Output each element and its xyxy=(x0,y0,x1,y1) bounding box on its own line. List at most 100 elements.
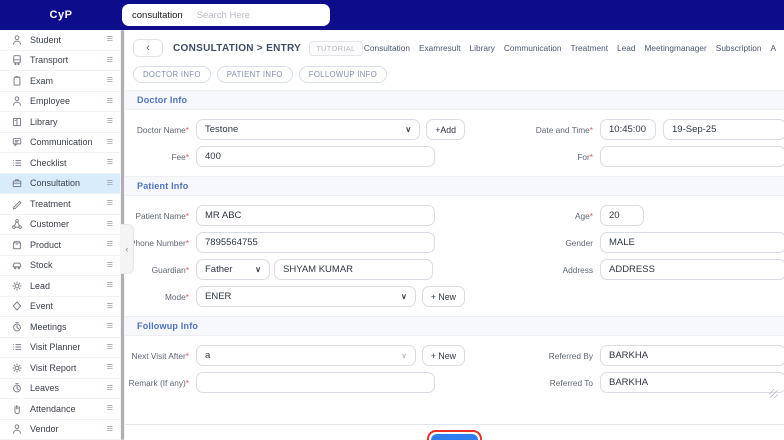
top-nav-link-library[interactable]: Library xyxy=(470,43,495,53)
sidebar-item-leaves[interactable]: Leaves ≡ xyxy=(0,379,120,399)
top-nav-link-examresult[interactable]: Examresult xyxy=(419,43,461,53)
sidebar-item-checklist[interactable]: Checklist ≡ xyxy=(0,153,120,174)
required-asterisk: * xyxy=(185,124,189,135)
sidebar-item-attendance[interactable]: Attendance ≡ xyxy=(0,399,120,420)
required-asterisk: * xyxy=(185,237,189,248)
menu-lines-icon[interactable]: ≡ xyxy=(107,321,113,332)
sidebar-item-lead[interactable]: Lead ≡ xyxy=(0,276,120,297)
menu-lines-icon[interactable]: ≡ xyxy=(107,54,113,66)
top-nav-link-meetingmanager[interactable]: Meetingmanager xyxy=(645,43,707,53)
box-icon xyxy=(10,239,23,251)
sidebar-item-library[interactable]: Library ≡ xyxy=(0,112,120,133)
pencil-icon xyxy=(10,198,23,210)
sidebar-item-exam[interactable]: Exam ≡ xyxy=(0,71,120,92)
search-bar[interactable]: consultation xyxy=(122,4,330,26)
referred-by-input[interactable] xyxy=(600,345,784,366)
bus-icon xyxy=(10,54,23,66)
menu-lines-icon[interactable]: ≡ xyxy=(107,341,113,353)
menu-lines-icon[interactable]: ≡ xyxy=(107,280,113,291)
sidebar-item-treatment[interactable]: Treatment ≡ xyxy=(0,194,120,215)
mode-select[interactable]: ENER ∨ xyxy=(196,286,416,307)
menu-lines-icon[interactable]: ≡ xyxy=(107,198,113,209)
topbar: CyP consultation xyxy=(0,0,784,30)
tab-patient-info[interactable]: PATIENT INFO xyxy=(216,66,293,83)
next-visit-label: Next Visit After* xyxy=(131,350,190,361)
top-nav-link-treatment[interactable]: Treatment xyxy=(571,43,609,53)
sidebar-item-visit-report[interactable]: Visit Report ≡ xyxy=(0,358,120,379)
sidebar-item-label: Customer xyxy=(30,219,70,230)
time-input[interactable] xyxy=(600,119,656,140)
chevron-down-icon: ∨ xyxy=(401,350,407,360)
for-input[interactable] xyxy=(600,146,784,167)
age-input[interactable] xyxy=(600,205,644,226)
guardian-relation-select[interactable]: Father ∨ xyxy=(196,259,270,280)
menu-lines-icon[interactable]: ≡ xyxy=(107,423,113,435)
gender-input[interactable] xyxy=(600,232,784,253)
sidebar-collapse-toggle[interactable]: ‹ xyxy=(121,224,134,274)
sidebar-item-label: Communication xyxy=(30,137,93,148)
tab-doctor-info[interactable]: DOCTOR INFO xyxy=(133,66,211,83)
next-visit-value: a xyxy=(205,350,211,361)
sidebar-item-product[interactable]: Product ≡ xyxy=(0,235,120,256)
guardian-name-input[interactable] xyxy=(274,259,433,280)
checklist-icon xyxy=(10,157,23,169)
sidebar-item-event[interactable]: Event ≡ xyxy=(0,297,120,317)
back-button[interactable]: ‹ xyxy=(133,39,163,57)
referred-by-label: Referred By xyxy=(548,350,593,361)
phone-number-input[interactable] xyxy=(196,232,435,253)
network-icon xyxy=(10,218,23,230)
age-label: Age* xyxy=(575,210,593,221)
menu-lines-icon[interactable]: ≡ xyxy=(107,259,113,271)
top-nav-link-a[interactable]: A xyxy=(770,43,776,53)
sidebar-item-employee[interactable]: Employee ≡ xyxy=(0,92,120,112)
sidebar-item-stock[interactable]: Stock ≡ xyxy=(0,256,120,276)
menu-lines-icon[interactable]: ≡ xyxy=(107,300,113,312)
address-input[interactable] xyxy=(600,259,784,280)
menu-lines-icon[interactable]: ≡ xyxy=(107,116,113,127)
sidebar-nav: Student ≡ Transport ≡ Exam ≡ Employee ≡ … xyxy=(0,30,120,440)
tab-followup-info[interactable]: FOLLOWUP INFO xyxy=(298,66,388,83)
doctor-name-select[interactable]: Testone ∨ xyxy=(196,119,421,140)
sidebar-item-meetings[interactable]: Meetings ≡ xyxy=(0,317,120,338)
tutorial-badge[interactable]: TUTORIAL xyxy=(309,40,363,56)
sidebar-item-student[interactable]: Student ≡ xyxy=(0,30,120,51)
add-doctor-button[interactable]: +Add xyxy=(426,119,465,140)
menu-lines-icon[interactable]: ≡ xyxy=(107,403,113,414)
sidebar-item-vendor[interactable]: Vendor ≡ xyxy=(0,420,120,440)
patient-name-input[interactable] xyxy=(196,205,435,226)
new-mode-button[interactable]: + New xyxy=(421,286,465,307)
date-input[interactable] xyxy=(663,119,784,140)
sidebar-item-transport[interactable]: Transport ≡ xyxy=(0,51,120,71)
fee-input[interactable] xyxy=(196,146,435,167)
top-nav-link-subscription[interactable]: Subscription xyxy=(716,43,762,53)
app-logo: CyP xyxy=(49,9,73,21)
menu-lines-icon[interactable]: ≡ xyxy=(107,382,113,394)
save-button[interactable]: Save xyxy=(430,434,479,440)
mode-value: ENER xyxy=(205,291,232,302)
sidebar-item-consultation[interactable]: Consultation ≡ xyxy=(0,173,120,194)
menu-lines-icon[interactable]: ≡ xyxy=(107,75,113,86)
clipboard-icon xyxy=(10,75,23,87)
search-input[interactable] xyxy=(196,9,320,21)
menu-lines-icon[interactable]: ≡ xyxy=(107,95,113,107)
referred-to-input[interactable] xyxy=(600,372,784,393)
referred-to-label: Referred To xyxy=(549,377,593,388)
menu-lines-icon[interactable]: ≡ xyxy=(107,362,113,373)
remark-input[interactable] xyxy=(196,372,435,393)
sidebar-item-customer[interactable]: Customer ≡ xyxy=(0,215,120,235)
new-visit-button[interactable]: + New xyxy=(421,345,465,366)
sidebar-item-label: Leaves xyxy=(30,383,60,394)
menu-lines-icon[interactable]: ≡ xyxy=(107,218,113,230)
menu-lines-icon[interactable]: ≡ xyxy=(107,34,113,45)
menu-lines-icon[interactable]: ≡ xyxy=(107,177,113,189)
next-visit-select[interactable]: a ∨ xyxy=(196,345,416,366)
menu-lines-icon[interactable]: ≡ xyxy=(107,136,113,148)
sidebar-item-communication[interactable]: Communication ≡ xyxy=(0,133,120,153)
guardian-label: Guardian* xyxy=(151,264,189,275)
menu-lines-icon[interactable]: ≡ xyxy=(107,239,113,250)
top-nav-link-lead[interactable]: Lead xyxy=(617,43,635,53)
sidebar-item-visit-planner[interactable]: Visit Planner ≡ xyxy=(0,338,120,358)
menu-lines-icon[interactable]: ≡ xyxy=(107,157,113,168)
top-nav-link-consultation[interactable]: Consultation xyxy=(364,43,410,53)
top-nav-link-communication[interactable]: Communication xyxy=(504,43,562,53)
